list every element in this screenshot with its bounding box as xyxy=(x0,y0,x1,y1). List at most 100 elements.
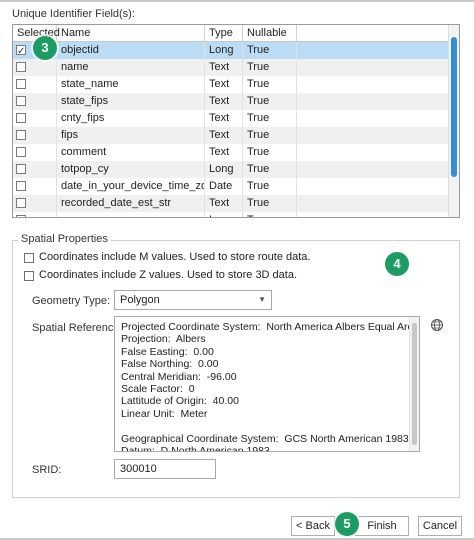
row-select-checkbox[interactable] xyxy=(16,96,26,106)
cell-type: Text xyxy=(205,93,243,110)
geometry-type-select[interactable]: Polygon ▼ xyxy=(114,290,272,310)
table-row[interactable]: name Text True xyxy=(13,59,459,76)
row-select-cell[interactable] xyxy=(13,76,57,93)
column-header-nullable[interactable]: Nullable xyxy=(243,25,297,41)
cell-nullable: True xyxy=(243,212,297,217)
table-scrollbar[interactable] xyxy=(448,25,459,217)
table-scrollbar-thumb[interactable] xyxy=(451,37,457,177)
cell-type: Text xyxy=(205,144,243,161)
row-select-checkbox[interactable] xyxy=(16,62,26,72)
spatial-reference-text: Projected Coordinate System: North Ameri… xyxy=(121,321,419,452)
row-select-checkbox[interactable] xyxy=(16,215,26,217)
row-select-checkbox[interactable] xyxy=(16,147,26,157)
step-badge-5: 5 xyxy=(335,512,359,536)
row-select-cell[interactable] xyxy=(13,110,57,127)
spatial-reference-label: Spatial Reference: xyxy=(32,322,123,334)
cell-nullable: True xyxy=(243,127,297,144)
row-select-cell[interactable] xyxy=(13,93,57,110)
chevron-down-icon: ▼ xyxy=(258,295,266,304)
table-row[interactable]: comment Text True xyxy=(13,144,459,161)
finish-button[interactable]: Finish xyxy=(355,516,409,536)
srid-label: SRID: xyxy=(32,464,62,476)
cell-nullable: True xyxy=(243,195,297,212)
table-row[interactable]: date_in_your_device_time_zone Date True xyxy=(13,178,459,195)
row-select-checkbox[interactable] xyxy=(16,198,26,208)
spatial-reference-line: Datum: D North American 1983 xyxy=(121,445,270,452)
row-select-checkbox[interactable] xyxy=(16,43,26,59)
cell-name: recorded_date_est_str xyxy=(57,195,205,212)
cell-name: cnty_fips xyxy=(57,110,205,127)
back-button[interactable]: < Back xyxy=(291,516,335,536)
row-select-checkbox[interactable] xyxy=(16,130,26,140)
spatial-reference-scrollbar-thumb[interactable] xyxy=(412,323,417,445)
table-row[interactable]: casesLongTrue xyxy=(13,212,459,217)
cell-name: date_in_your_device_time_zone xyxy=(57,178,205,195)
row-select-cell[interactable] xyxy=(13,212,57,217)
srid-value: 300010 xyxy=(120,463,157,475)
cell-type: Text xyxy=(205,76,243,93)
table-row[interactable]: fips Text True xyxy=(13,127,459,144)
spatial-reference-textbox[interactable]: Projected Coordinate System: North Ameri… xyxy=(114,316,420,452)
cell-nullable: True xyxy=(243,110,297,127)
cell-nullable: True xyxy=(243,42,297,59)
cell-name: fips xyxy=(57,127,205,144)
row-select-cell[interactable] xyxy=(13,178,57,195)
table-row[interactable]: recorded_date_est_str Text True xyxy=(13,195,459,212)
cell-type: Text xyxy=(205,59,243,76)
z-values-checkbox[interactable] xyxy=(24,271,34,281)
step-badge-4: 4 xyxy=(385,252,409,276)
cell-name: name xyxy=(57,59,205,76)
column-header-type[interactable]: Type xyxy=(205,25,243,41)
row-select-cell[interactable] xyxy=(13,144,57,161)
cell-nullable: True xyxy=(243,161,297,178)
top-divider xyxy=(0,0,474,2)
step-badge-3: 3 xyxy=(33,36,57,60)
row-select-cell[interactable] xyxy=(13,59,57,76)
cancel-button[interactable]: Cancel xyxy=(418,516,462,536)
table-header: Selected Name Type Nullable xyxy=(13,25,459,42)
cell-name: state_name xyxy=(57,76,205,93)
row-select-checkbox[interactable] xyxy=(16,164,26,174)
globe-icon[interactable] xyxy=(430,318,444,332)
table-row[interactable]: objectidLongTrue xyxy=(13,42,459,59)
unique-identifier-label: Unique Identifier Field(s): xyxy=(12,8,135,20)
spatial-reference-line: Scale Factor: 0 xyxy=(121,383,195,396)
spatial-reference-line: Linear Unit: Meter xyxy=(121,407,208,420)
spatial-reference-scrollbar[interactable] xyxy=(409,317,419,451)
cell-nullable: True xyxy=(243,76,297,93)
geometry-type-label: Geometry Type: xyxy=(32,295,111,307)
table-row[interactable]: totpop_cy Long True xyxy=(13,161,459,178)
table-row[interactable]: cnty_fips Text True xyxy=(13,110,459,127)
cell-type: Long xyxy=(205,212,243,217)
row-select-checkbox[interactable] xyxy=(16,79,26,89)
cell-name: totpop_cy xyxy=(57,161,205,178)
cell-nullable: True xyxy=(243,59,297,76)
row-select-cell[interactable] xyxy=(13,127,57,144)
cell-type: Long xyxy=(205,42,243,59)
table-row[interactable]: state_fips Text True xyxy=(13,93,459,110)
geometry-type-value: Polygon xyxy=(120,294,160,306)
cell-nullable: True xyxy=(243,178,297,195)
fields-table[interactable]: Selected Name Type Nullable objectidLong… xyxy=(12,24,460,218)
column-header-name[interactable]: Name xyxy=(57,25,205,41)
cell-type: Text xyxy=(205,127,243,144)
cell-nullable: True xyxy=(243,144,297,161)
cell-name: objectid xyxy=(57,42,205,59)
row-select-cell[interactable] xyxy=(13,161,57,178)
m-values-checkbox[interactable] xyxy=(24,253,34,263)
row-select-cell[interactable] xyxy=(13,195,57,212)
cell-name: comment xyxy=(57,144,205,161)
row-select-checkbox[interactable] xyxy=(16,113,26,123)
cell-type: Date xyxy=(205,178,243,195)
spatial-reference-line: Lattitude of Origin: 40.00 xyxy=(121,395,239,408)
spatial-reference-line xyxy=(121,420,419,432)
cell-type: Text xyxy=(205,110,243,127)
spatial-reference-line: Geographical Coordinate System: GCS Nort… xyxy=(121,432,409,445)
m-values-label: Coordinates include M values. Used to st… xyxy=(39,251,311,263)
spatial-properties-title: Spatial Properties xyxy=(18,233,111,245)
table-row[interactable]: state_name Text True xyxy=(13,76,459,93)
cell-name: cases xyxy=(57,212,205,217)
srid-input[interactable]: 300010 xyxy=(114,459,216,479)
row-select-checkbox[interactable] xyxy=(16,181,26,191)
spatial-reference-line: False Northing: 0.00 xyxy=(121,358,219,371)
